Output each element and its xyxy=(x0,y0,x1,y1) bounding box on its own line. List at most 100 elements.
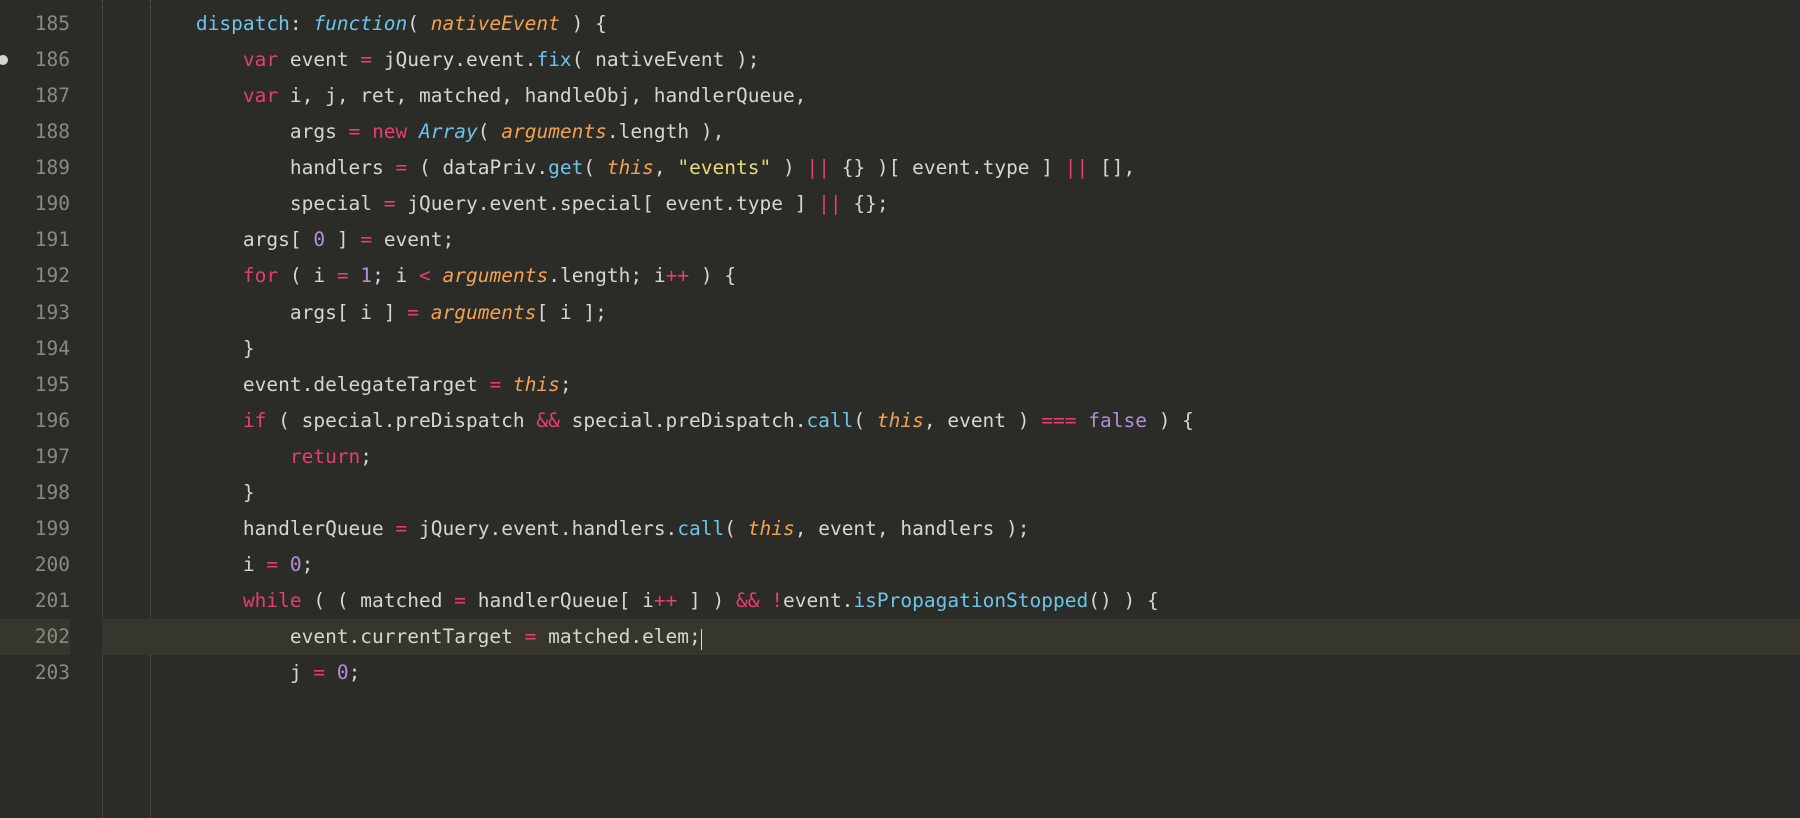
code-token: && xyxy=(536,409,559,432)
code-token: event.currentTarget xyxy=(290,625,513,648)
code-token: () ) { xyxy=(1088,589,1158,612)
code-token: jQuery.event.handlers. xyxy=(407,517,677,540)
code-token: ( nativeEvent ); xyxy=(572,48,760,71)
code-token xyxy=(1077,409,1089,432)
code-line[interactable]: handlerQueue = jQuery.event.handlers.cal… xyxy=(102,511,1800,547)
code-token: .length; i xyxy=(548,264,665,287)
code-line[interactable]: return; xyxy=(102,439,1800,475)
code-token: ) { xyxy=(560,12,607,35)
line-number[interactable]: 199 xyxy=(0,511,70,547)
code-line[interactable]: event.delegateTarget = this; xyxy=(102,367,1800,403)
code-line[interactable]: dispatch: function( nativeEvent ) { xyxy=(102,6,1800,42)
code-token: ( ( matched xyxy=(302,589,455,612)
code-token: ; xyxy=(560,373,572,396)
code-line[interactable]: } xyxy=(102,331,1800,367)
code-token: && xyxy=(736,589,759,612)
text-cursor xyxy=(701,629,702,650)
line-number[interactable]: 197 xyxy=(0,439,70,475)
code-line[interactable]: while ( ( matched = handlerQueue[ i++ ] … xyxy=(102,583,1800,619)
line-number[interactable]: 193 xyxy=(0,295,70,331)
line-number[interactable]: 190 xyxy=(0,186,70,222)
code-line[interactable]: var event = jQuery.event.fix( nativeEven… xyxy=(102,42,1800,78)
code-token: handlers xyxy=(290,156,384,179)
code-token: event.delegateTarget xyxy=(243,373,478,396)
code-line[interactable]: args[ i ] = arguments[ i ]; xyxy=(102,295,1800,331)
code-line[interactable]: var i, j, ret, matched, handleObj, handl… xyxy=(102,78,1800,114)
line-number-gutter[interactable]: 1851861871881891901911921931941951961971… xyxy=(0,0,92,818)
code-token xyxy=(337,120,349,143)
code-line[interactable]: args = new Array( arguments.length ), xyxy=(102,114,1800,150)
code-line[interactable]: j = 0; xyxy=(102,655,1800,691)
line-number[interactable]: 198 xyxy=(0,475,70,511)
code-token: function xyxy=(313,12,407,35)
code-token xyxy=(384,517,396,540)
code-token: arguments xyxy=(501,120,607,143)
code-token: call xyxy=(677,517,724,540)
code-line[interactable]: handlers = ( dataPriv.get( this, "events… xyxy=(102,150,1800,186)
code-token xyxy=(349,264,361,287)
code-token: false xyxy=(1088,409,1147,432)
code-token: || xyxy=(806,156,829,179)
code-line[interactable]: special = jQuery.event.special[ event.ty… xyxy=(102,186,1800,222)
code-token: 1 xyxy=(360,264,372,287)
code-token: , event, handlers ); xyxy=(795,517,1030,540)
code-token: for xyxy=(243,264,278,287)
line-number[interactable]: 200 xyxy=(0,547,70,583)
code-token: jQuery.event. xyxy=(372,48,536,71)
code-token: = xyxy=(525,625,537,648)
code-token: arguments xyxy=(443,264,549,287)
line-number[interactable]: 203 xyxy=(0,655,70,691)
line-number[interactable]: 192 xyxy=(0,258,70,294)
line-number[interactable]: 201 xyxy=(0,583,70,619)
code-token: this xyxy=(748,517,795,540)
line-number[interactable]: 194 xyxy=(0,331,70,367)
code-token: ) xyxy=(771,156,806,179)
code-token: while xyxy=(243,589,302,612)
code-token: isPropagationStopped xyxy=(853,589,1088,612)
code-token xyxy=(431,264,443,287)
code-line[interactable]: } xyxy=(102,475,1800,511)
line-number[interactable]: 188 xyxy=(0,114,70,150)
code-area[interactable]: dispatch: function( nativeEvent ) { var … xyxy=(92,0,1800,818)
code-token: call xyxy=(806,409,853,432)
code-token: = xyxy=(313,661,325,684)
code-token: special.preDispatch. xyxy=(560,409,807,432)
code-token: ( dataPriv. xyxy=(407,156,548,179)
line-number[interactable]: 196 xyxy=(0,403,70,439)
code-line[interactable]: if ( special.preDispatch && special.preD… xyxy=(102,403,1800,439)
code-line[interactable]: i = 0; xyxy=(102,547,1800,583)
line-number[interactable]: 189 xyxy=(0,150,70,186)
code-token: ( xyxy=(583,156,606,179)
line-number[interactable]: 202 xyxy=(0,619,70,655)
code-token: event xyxy=(290,48,349,71)
code-token xyxy=(759,589,771,612)
code-token: || xyxy=(818,192,841,215)
code-token: ) { xyxy=(689,264,736,287)
code-token xyxy=(349,48,361,71)
line-number[interactable]: 187 xyxy=(0,78,70,114)
line-number[interactable]: 185 xyxy=(0,6,70,42)
code-token: 0 xyxy=(313,228,325,251)
code-line[interactable]: event.currentTarget = matched.elem; xyxy=(102,619,1800,655)
code-token: ] ) xyxy=(677,589,736,612)
code-token xyxy=(501,373,513,396)
line-number[interactable]: 186 xyxy=(0,42,70,78)
code-editor[interactable]: 1851861871881891901911921931941951961971… xyxy=(0,0,1800,818)
code-token: ; xyxy=(360,445,372,468)
line-number[interactable]: 195 xyxy=(0,367,70,403)
code-token: .length ), xyxy=(607,120,724,143)
code-token: get xyxy=(548,156,583,179)
code-token: args xyxy=(290,120,337,143)
code-token xyxy=(255,553,267,576)
code-token: , xyxy=(654,156,677,179)
code-line[interactable]: for ( i = 1; i < arguments.length; i++ )… xyxy=(102,258,1800,294)
code-token: ++ xyxy=(654,589,677,612)
code-token: event; xyxy=(372,228,454,251)
line-number[interactable]: 191 xyxy=(0,222,70,258)
code-token: ; i xyxy=(372,264,419,287)
code-line[interactable]: args[ 0 ] = event; xyxy=(102,222,1800,258)
code-token: ( xyxy=(407,12,430,35)
code-token: ( special.preDispatch xyxy=(266,409,536,432)
code-token: return xyxy=(290,445,360,468)
code-token xyxy=(384,156,396,179)
